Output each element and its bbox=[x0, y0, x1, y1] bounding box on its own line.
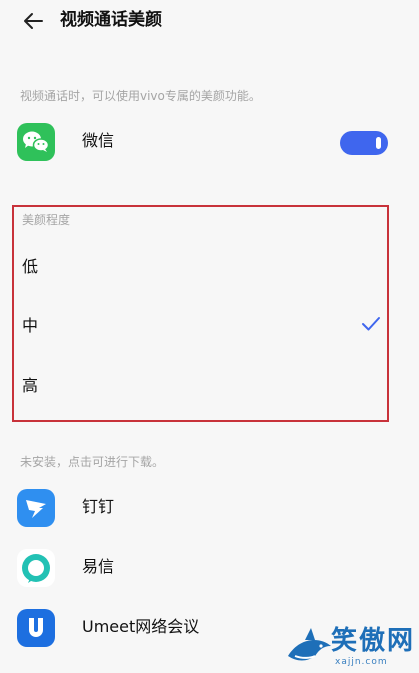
beauty-level-header: 美颜程度 bbox=[22, 213, 71, 227]
watermark: 笑傲网 xajjn.com bbox=[283, 624, 419, 673]
level-label-medium: 中 bbox=[22, 316, 39, 335]
app-row-yixin[interactable]: 易信 bbox=[0, 543, 419, 593]
wechat-icon bbox=[17, 123, 55, 161]
beauty-level-section: 美颜程度 低 中 高 bbox=[12, 205, 389, 422]
app-name-dingtalk: 钉钉 bbox=[82, 497, 115, 516]
not-installed-hint: 未安装，点击可进行下载。 bbox=[20, 455, 165, 469]
level-option-low[interactable]: 低 bbox=[14, 245, 387, 289]
app-name-yixin: 易信 bbox=[82, 557, 115, 576]
level-label-high: 高 bbox=[22, 376, 39, 395]
level-option-high[interactable]: 高 bbox=[14, 364, 387, 408]
umeet-icon bbox=[17, 609, 55, 647]
page-title: 视频通话美颜 bbox=[60, 10, 162, 30]
app-row-dingtalk[interactable]: 钉钉 bbox=[0, 483, 419, 533]
back-arrow-icon bbox=[24, 13, 43, 29]
shark-logo-icon bbox=[288, 628, 331, 661]
app-name-wechat: 微信 bbox=[82, 131, 115, 150]
wechat-beauty-toggle[interactable] bbox=[340, 131, 388, 155]
app-name-umeet: Umeet网络会议 bbox=[82, 617, 200, 636]
intro-hint: 视频通话时，可以使用vivo专属的美颜功能。 bbox=[20, 89, 261, 103]
dingtalk-icon bbox=[17, 489, 55, 527]
level-label-low: 低 bbox=[22, 257, 39, 276]
back-button[interactable] bbox=[14, 6, 54, 38]
yixin-icon bbox=[17, 549, 55, 587]
level-option-medium[interactable]: 中 bbox=[14, 304, 387, 348]
app-row-wechat[interactable]: 微信 bbox=[0, 117, 419, 167]
toggle-knob bbox=[376, 137, 381, 149]
watermark-text: 笑傲网 bbox=[331, 626, 416, 656]
checkmark-icon bbox=[362, 317, 380, 331]
watermark-url: xajjn.com bbox=[335, 657, 388, 667]
top-bar: 视频通话美颜 bbox=[0, 0, 419, 52]
